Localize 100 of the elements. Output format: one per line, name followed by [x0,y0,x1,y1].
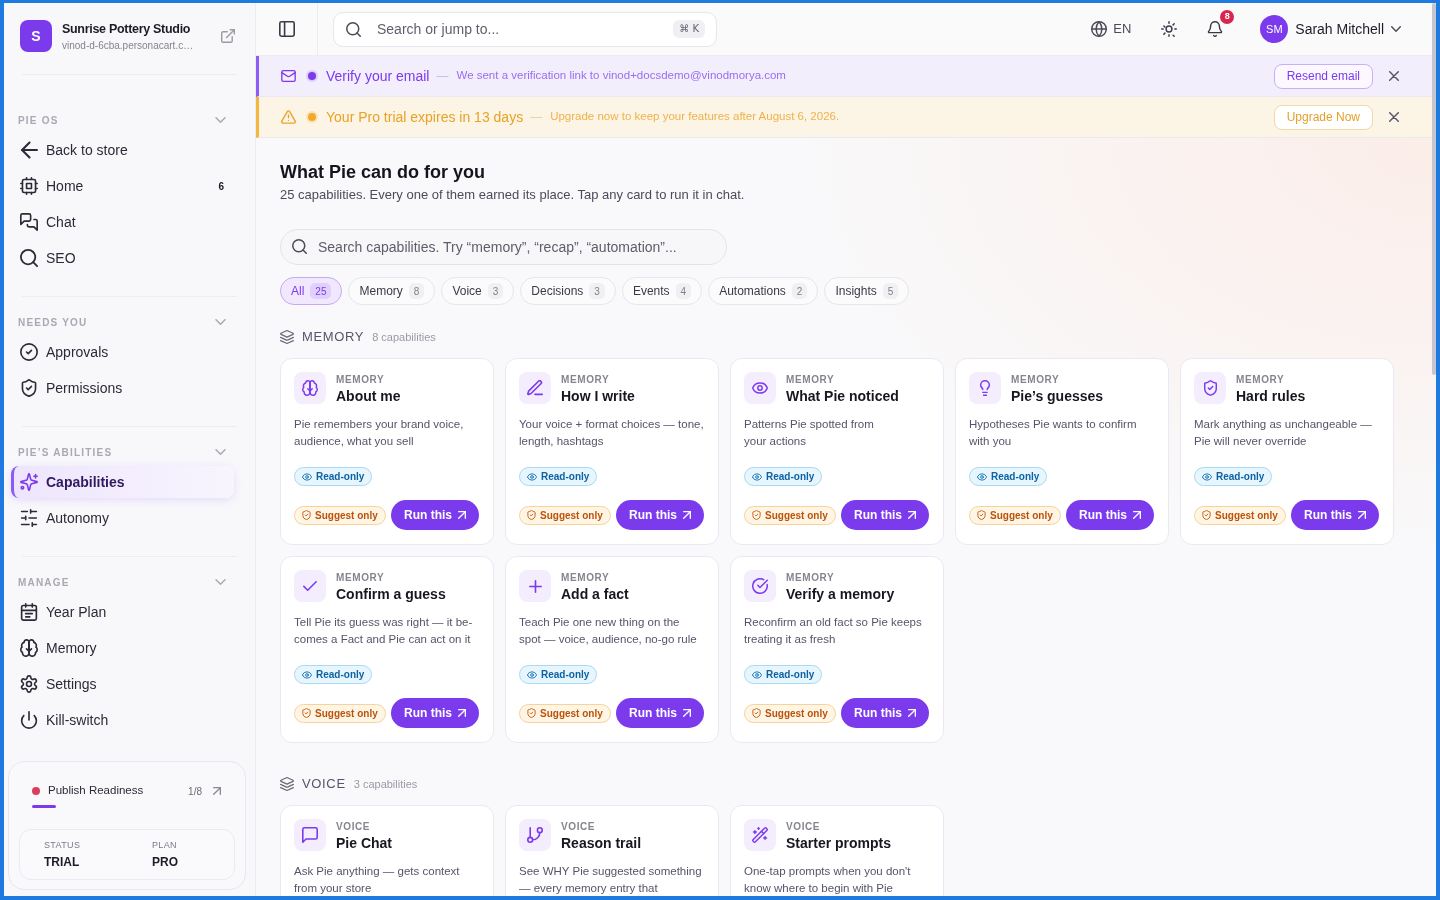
card-category: MEMORY [1236,374,1285,386]
capability-card[interactable]: MEMORY About me Pie remembers your brand voice, audience, what you sell Read-only Suggest only Run this [280,358,494,545]
capability-card[interactable]: MEMORY Hard rules Mark anything as unchangeable — Pie will never override Read-only Suggest only Run this [1180,358,1394,545]
section-title: MEMORY [302,328,365,347]
section-title: VOICE [302,775,346,794]
card-category: MEMORY [1011,374,1060,386]
store-logo[interactable]: S [20,20,52,52]
card-description: Your voice + format choices — tone, length, hashtags [519,417,704,449]
card-title: Verify a memory [786,585,895,603]
layers-icon [280,777,294,791]
separator: — [436,68,449,85]
card-description: One-tap prompts when you don't know where to begin with Pie [744,864,912,896]
card-description: Reconfirm an old fact so Pie keeps treating it as fresh [744,615,923,647]
eye-icon [752,472,762,481]
run-button[interactable]: Run this [391,500,479,530]
capability-card[interactable]: VOICE Starter prompts One-tap prompts when you don't know where to begin with Pie [730,805,944,896]
filter-chip[interactable]: Memory 8 [348,277,436,305]
chevron-down-icon[interactable] [215,579,226,585]
capability-card[interactable]: MEMORY How I write Your voice + format choices — tone, length, hashtags Read-only Suggest only Run this [505,358,719,545]
shield-check-icon [752,510,761,520]
badge-label: Read-only [316,668,365,682]
shield-check-icon [20,379,38,397]
count-badge: 3 [487,283,504,299]
check-circle-icon [20,343,38,361]
chevron-down-icon[interactable] [215,449,226,455]
plus-icon [519,570,551,602]
arrow-up-right-icon [908,709,916,717]
sun-icon[interactable] [1161,21,1178,37]
capability-card[interactable]: MEMORY Add a fact Teach Pie one new thing on the spot — voice, audience, no-go rule Read-only Suggest only Run this [505,556,719,743]
sidebar-toggle-icon[interactable] [278,21,295,37]
capability-card[interactable]: MEMORY Verify a memory Reconfirm an old fact so Pie keeps treating it as fresh Read-only Suggest only Run this [730,556,944,743]
card-description: Teach Pie one new thing on the spot — voice, audience, no-go rule [519,615,698,647]
bell-icon[interactable] [1207,21,1224,37]
run-button[interactable]: Run this [616,500,704,530]
eye-icon [527,472,537,481]
capability-card[interactable]: VOICE Reason trail See WHY Pie suggested something — every memory entry that [505,805,719,896]
sidebar-item[interactable]: Year Plan [11,596,234,628]
user-avatar[interactable]: SM [1260,15,1289,43]
run-button[interactable]: Run this [391,698,479,728]
banner-action-button[interactable]: Resend email [1273,63,1373,89]
arrow-up-right-icon[interactable] [213,787,221,795]
filter-chip[interactable]: Insights 5 [824,277,910,305]
run-button[interactable]: Run this [1066,500,1154,530]
badge-label: Suggest only [990,508,1053,523]
chevron-down-icon[interactable] [215,117,226,123]
search-icon [20,249,38,267]
card-category: MEMORY [336,374,385,386]
capability-card[interactable]: MEMORY Pie’s guesses Hypotheses Pie wants to confirm with you Read-only Suggest only Run this [955,358,1169,545]
user-menu-button[interactable]: Sarah Mitchell [1295,18,1401,40]
notification-badge: 8 [1220,10,1235,24]
card-category: MEMORY [561,572,610,584]
readiness-label[interactable]: Publish Readiness [48,782,144,800]
sidebar-item[interactable]: Chat [11,206,234,238]
section-heading: NEEDS YOU [18,315,88,330]
scrollbar-thumb[interactable] [1432,3,1436,375]
run-button[interactable]: Run this [841,698,929,728]
info-label: PLAN [152,839,177,851]
shield-check-icon [302,510,311,520]
banner-title: Your Pro trial expires in 13 days [326,107,524,127]
info-label: STATUS [44,839,81,851]
sidebar-item[interactable]: Kill-switch [11,704,234,736]
filter-chip[interactable]: Events 4 [621,277,703,305]
sidebar-item[interactable]: Autonomy [11,502,234,534]
card-title: How I write [561,387,635,405]
run-button[interactable]: Run this [616,698,704,728]
capability-search-field[interactable]: Search capabilities. Try “memory”, “recap”, “automation”... [280,229,727,265]
close-icon[interactable] [1389,71,1399,81]
capability-card[interactable]: MEMORY What Pie noticed Patterns Pie spotted from your actions Read-only Suggest only Run this [730,358,944,545]
sidebar-item[interactable]: Home 6 [11,170,234,202]
run-button[interactable]: Run this [841,500,929,530]
brain-icon [20,639,38,657]
section-heading: MANAGE [18,575,70,590]
sidebar-item[interactable]: Back to store [11,134,234,166]
filter-chip[interactable]: All 25 [280,277,343,305]
badge-label: Suggest only [315,706,378,721]
sidebar-item[interactable]: Capabilities [11,466,234,498]
sidebar-item[interactable]: Permissions [11,372,234,404]
sidebar-item[interactable]: Settings [11,668,234,700]
run-button[interactable]: Run this [1291,500,1379,530]
arrow-up-right-icon [1358,511,1366,519]
external-link-icon[interactable] [221,29,235,43]
filter-chip[interactable]: Automations 2 [708,277,819,305]
filter-chip[interactable]: Decisions 3 [520,277,616,305]
card-title: Add a fact [561,585,629,603]
sidebar-item[interactable]: Approvals [11,336,234,368]
sidebar-item[interactable]: SEO [11,242,234,274]
card-title: About me [336,387,401,405]
card-title: Pie’s guesses [1011,387,1104,405]
language-button[interactable]: EN [1091,19,1132,39]
filter-chip[interactable]: Voice 3 [441,277,515,305]
shield-check-icon [302,708,311,718]
eye-icon [302,670,312,679]
capability-card[interactable]: VOICE Pie Chat Ask Pie anything — gets context from your store [280,805,494,896]
chevron-down-icon[interactable] [215,319,226,325]
capability-card[interactable]: MEMORY Confirm a guess Tell Pie its guess was right — it be-comes a Fact and Pie can act on it Read-only Suggest only Run this [280,556,494,743]
sidebar-item[interactable]: Memory [11,632,234,664]
card-description: Patterns Pie spotted from your actions [744,417,875,449]
card-category: MEMORY [786,374,835,386]
card-description: Hypotheses Pie wants to confirm with you [969,417,1138,449]
close-icon[interactable] [1389,112,1399,122]
